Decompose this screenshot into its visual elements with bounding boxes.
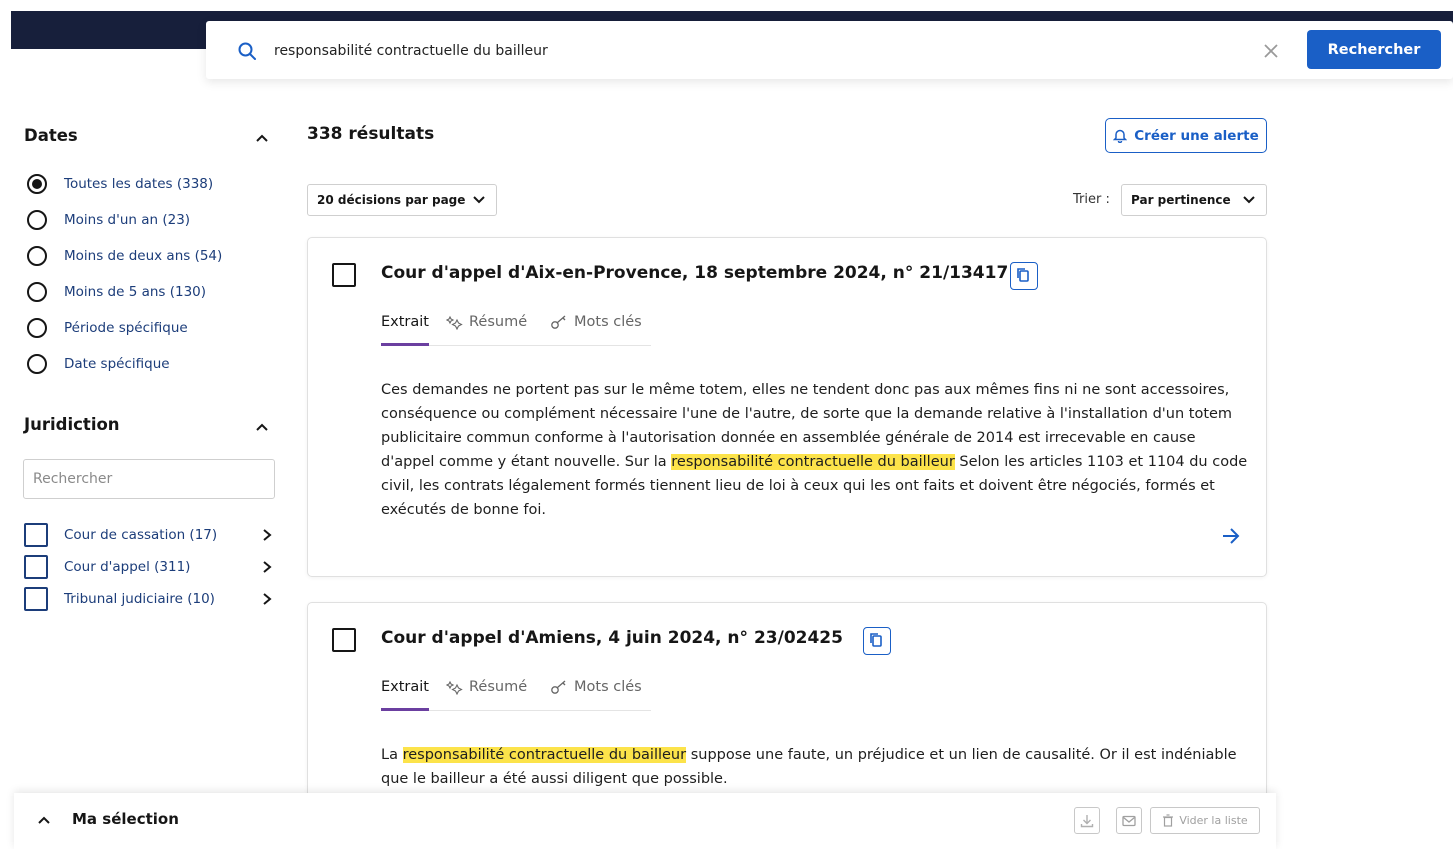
sparkle-icon bbox=[446, 680, 463, 695]
dates-filter-title: Dates bbox=[24, 126, 78, 145]
date-option-label: Moins d'un an (23) bbox=[64, 212, 191, 228]
download-icon bbox=[1080, 814, 1094, 827]
juridiction-option-label: Tribunal judiciaire (10) bbox=[64, 591, 215, 607]
tab-extrait[interactable]: Extrait bbox=[381, 679, 429, 695]
tab-label: Résumé bbox=[469, 679, 528, 695]
chevron-up-icon[interactable] bbox=[254, 419, 270, 435]
decision-title[interactable]: Cour d'appel d'Amiens, 4 juin 2024, n° 2… bbox=[381, 628, 843, 648]
search-highlight: responsabilité contractuelle du bailleur bbox=[402, 747, 687, 763]
bell-icon bbox=[1113, 129, 1128, 143]
date-option-label: Période spécifique bbox=[64, 320, 188, 336]
key-icon bbox=[551, 680, 566, 694]
download-button[interactable] bbox=[1074, 807, 1100, 834]
tab-label: Extrait bbox=[381, 679, 429, 695]
email-button[interactable] bbox=[1116, 807, 1142, 834]
date-option-specific-period[interactable]: Période spécifique bbox=[27, 316, 188, 340]
date-option-specific-date[interactable]: Date spécifique bbox=[27, 352, 170, 376]
tab-resume[interactable]: Résumé bbox=[446, 679, 527, 695]
chevron-right-icon[interactable] bbox=[260, 592, 274, 606]
chevron-down-icon bbox=[473, 196, 485, 204]
result-select-checkbox[interactable] bbox=[332, 263, 356, 287]
radio-button[interactable] bbox=[27, 282, 47, 302]
clear-list-button[interactable]: Vider la liste bbox=[1150, 807, 1260, 834]
chevron-up-icon[interactable] bbox=[254, 130, 270, 146]
tab-resume[interactable]: Résumé bbox=[446, 314, 527, 330]
selection-label[interactable]: Ma sélection bbox=[72, 810, 179, 828]
decision-title[interactable]: Cour d'appel d'Aix-en-Provence, 18 septe… bbox=[381, 263, 1008, 283]
checkbox[interactable] bbox=[24, 587, 48, 611]
date-option-label: Date spécifique bbox=[64, 356, 170, 372]
per-page-select[interactable]: 20 décisions par page bbox=[307, 184, 497, 216]
decision-excerpt: La responsabilité contractuelle du baill… bbox=[381, 747, 1237, 787]
date-option-less-than-two-years[interactable]: Moins de deux ans (54) bbox=[27, 244, 222, 268]
active-tab-indicator bbox=[381, 343, 429, 346]
close-icon[interactable] bbox=[1262, 42, 1280, 60]
tab-label: Extrait bbox=[381, 314, 429, 330]
clear-list-label: Vider la liste bbox=[1179, 814, 1248, 827]
date-option-less-than-one-year[interactable]: Moins d'un an (23) bbox=[27, 208, 190, 232]
chevron-down-icon bbox=[1243, 196, 1255, 204]
juridiction-option-appel[interactable]: Cour d'appel (311) bbox=[24, 555, 274, 579]
sort-value: Par pertinence bbox=[1131, 193, 1231, 207]
active-tab-indicator bbox=[381, 708, 429, 711]
tab-mots-cles[interactable]: Mots clés bbox=[550, 314, 642, 330]
date-option-label: Moins de 5 ans (130) bbox=[64, 284, 207, 300]
juridiction-option-cassation[interactable]: Cour de cassation (17) bbox=[24, 523, 274, 547]
juridiction-search-input[interactable] bbox=[23, 459, 275, 499]
juridiction-option-tribunal[interactable]: Tribunal judiciaire (10) bbox=[24, 587, 274, 611]
date-option-all[interactable]: Toutes les dates (338) bbox=[27, 172, 213, 196]
chevron-right-icon[interactable] bbox=[260, 560, 274, 574]
result-tabs: Extrait Résumé Mots clés bbox=[381, 312, 651, 346]
decision-excerpt: Ces demandes ne portent pas sur le même … bbox=[381, 382, 1248, 518]
radio-button[interactable] bbox=[27, 210, 47, 230]
tab-label: Mots clés bbox=[574, 679, 642, 695]
search-icon bbox=[238, 42, 256, 60]
tab-label: Mots clés bbox=[574, 314, 642, 330]
search-highlight: responsabilité contractuelle du bailleur bbox=[671, 454, 955, 470]
juridiction-option-label: Cour d'appel (311) bbox=[64, 559, 191, 575]
checkbox[interactable] bbox=[24, 555, 48, 579]
key-icon bbox=[551, 315, 566, 329]
mail-icon bbox=[1122, 815, 1136, 826]
create-alert-label: Créer une alerte bbox=[1134, 127, 1259, 144]
radio-button[interactable] bbox=[27, 354, 47, 374]
sort-select[interactable]: Par pertinence bbox=[1121, 184, 1267, 216]
search-input[interactable] bbox=[274, 38, 1234, 64]
juridiction-option-label: Cour de cassation (17) bbox=[64, 527, 218, 543]
create-alert-button[interactable]: Créer une alerte bbox=[1105, 118, 1267, 153]
checkbox[interactable] bbox=[24, 523, 48, 547]
chevron-right-icon[interactable] bbox=[260, 528, 274, 542]
result-card[interactable]: Cour d'appel d'Aix-en-Provence, 18 septe… bbox=[307, 237, 1267, 577]
result-select-checkbox[interactable] bbox=[332, 628, 356, 652]
copy-icon[interactable] bbox=[863, 627, 891, 655]
date-option-label: Toutes les dates (338) bbox=[64, 176, 214, 192]
radio-button[interactable] bbox=[27, 174, 47, 194]
tab-extrait[interactable]: Extrait bbox=[381, 314, 429, 330]
tab-label: Résumé bbox=[469, 314, 528, 330]
tab-mots-cles[interactable]: Mots clés bbox=[550, 679, 642, 695]
sort-label: Trier : bbox=[1073, 192, 1110, 207]
radio-button[interactable] bbox=[27, 318, 47, 338]
juridiction-filter-title: Juridiction bbox=[24, 415, 120, 434]
trash-icon bbox=[1163, 814, 1174, 827]
per-page-value: 20 décisions par page bbox=[317, 193, 466, 207]
date-option-label: Moins de deux ans (54) bbox=[64, 248, 223, 264]
search-button[interactable]: Rechercher bbox=[1307, 30, 1441, 69]
radio-button[interactable] bbox=[27, 246, 47, 266]
chevron-up-icon[interactable] bbox=[36, 812, 52, 828]
arrow-right-icon[interactable] bbox=[1220, 525, 1242, 547]
sparkle-icon bbox=[446, 315, 463, 330]
results-count: 338 résultats bbox=[307, 124, 435, 144]
copy-icon[interactable] bbox=[1010, 262, 1038, 290]
date-option-less-than-five-years[interactable]: Moins de 5 ans (130) bbox=[27, 280, 206, 304]
result-tabs: Extrait Résumé Mots clés bbox=[381, 677, 651, 711]
